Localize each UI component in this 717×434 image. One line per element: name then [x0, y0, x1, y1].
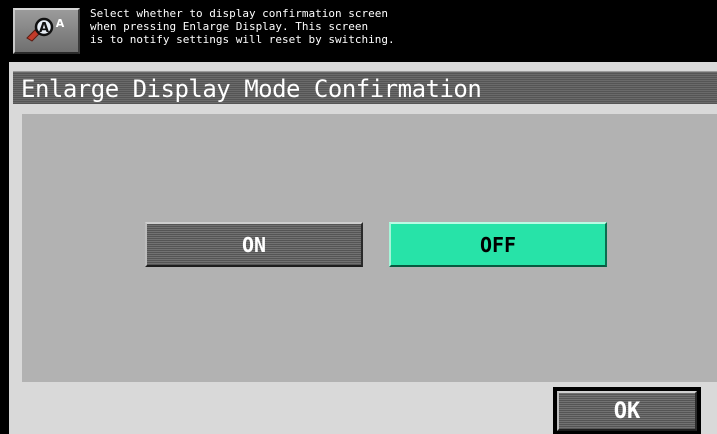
message-line-1: Select whether to display confirmation s…	[90, 7, 389, 20]
message-line-2: when pressing Enlarge Display. This scre…	[90, 20, 369, 33]
on-button-label: ON	[241, 232, 267, 257]
off-button[interactable]: OFF	[389, 222, 607, 267]
svg-text:A: A	[55, 17, 64, 30]
svg-text:A: A	[38, 21, 48, 36]
message-line-3: is to notify settings will reset by swit…	[90, 33, 395, 46]
accessibility-enlarge-icon: A A	[23, 14, 71, 48]
screen: A A Select whether to display confirmati…	[0, 0, 717, 434]
message-text: Select whether to display confirmation s…	[90, 7, 710, 46]
message-bar: A A Select whether to display confirmati…	[0, 0, 717, 62]
ok-button[interactable]: OK	[557, 391, 697, 431]
page-title: Enlarge Display Mode Confirmation	[21, 75, 482, 103]
on-button[interactable]: ON	[145, 222, 363, 267]
accessibility-button[interactable]: A A	[13, 8, 80, 54]
off-button-label: OFF	[479, 232, 517, 257]
ok-button-label: OK	[613, 398, 641, 424]
title-bar: Enlarge Display Mode Confirmation	[13, 71, 717, 104]
options-area	[22, 114, 717, 382]
